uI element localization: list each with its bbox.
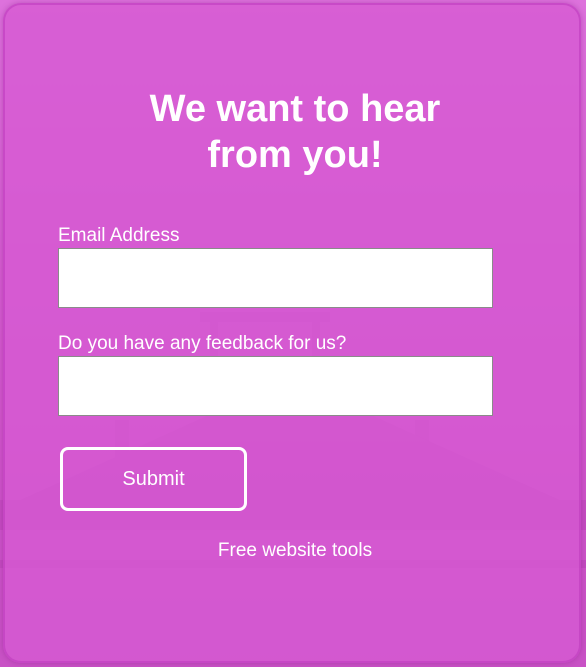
submit-button[interactable]: Submit (60, 447, 247, 511)
form-title-line2: from you! (207, 134, 383, 176)
form-title-line1: We want to hear (149, 88, 441, 130)
form-title: We want to hear from you! (0, 86, 586, 178)
free-website-tools-link[interactable]: Free website tools (0, 540, 586, 562)
email-label: Email Address (58, 225, 180, 246)
feedback-label: Do you have any feedback for us? (58, 333, 347, 354)
page-background: We want to hear from you! Email Address D… (0, 0, 586, 667)
feedback-field[interactable] (58, 356, 493, 416)
email-field[interactable] (58, 248, 493, 308)
